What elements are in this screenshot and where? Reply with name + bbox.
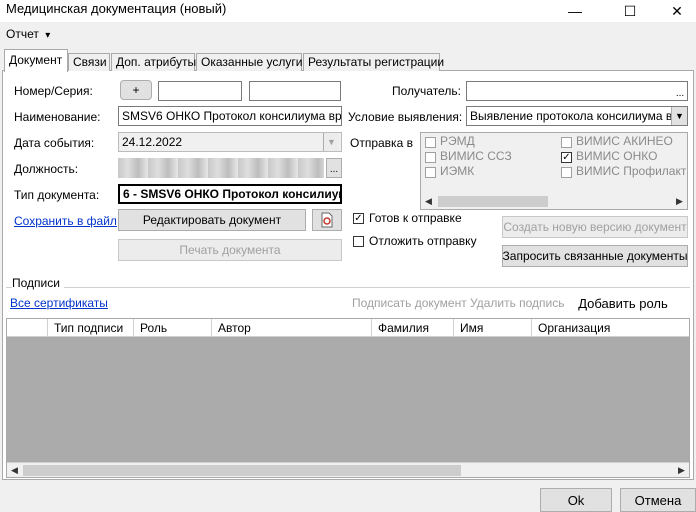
send-target-label: ВИМИС ССЗ (440, 149, 512, 163)
column-header-role[interactable]: Роль (133, 319, 211, 337)
remove-signature-button[interactable]: Удалить подпись (470, 296, 565, 310)
send-target-checkbox-vimis-ssz[interactable] (425, 152, 436, 163)
position-field-redacted[interactable] (118, 158, 324, 178)
event-date-input[interactable]: 24.12.2022 (118, 132, 342, 152)
postpone-send-label: Отложить отправку (369, 234, 477, 248)
ready-to-send-label: Готов к отправке (369, 211, 462, 225)
chevron-down-icon[interactable]: ▼ (323, 133, 339, 151)
send-target-checkbox-remd[interactable] (425, 137, 436, 148)
send-target-label: ИЭМК (440, 164, 475, 178)
tab-links[interactable]: Связи (68, 53, 110, 71)
save-to-file-link[interactable]: Сохранить в файл (14, 214, 117, 228)
column-header-organization[interactable]: Организация (531, 319, 689, 337)
menu-report-label: Отчет (6, 27, 39, 41)
name-input[interactable]: SMSV6 ОНКО Протокол консилиума врачей (118, 106, 342, 126)
cancel-button[interactable]: Отмена (620, 488, 696, 512)
minimize-button[interactable]: — (558, 0, 592, 22)
column-header-select[interactable] (7, 319, 47, 337)
signatures-group-border (6, 287, 690, 288)
close-button[interactable]: ✕ (660, 0, 694, 22)
chevron-right-icon[interactable]: ▶ (672, 194, 687, 209)
chevron-left-icon[interactable]: ◀ (421, 194, 436, 209)
signatures-grid-header: Тип подписи Роль Автор Фамилия Имя Орган… (7, 319, 689, 337)
recipient-input[interactable] (466, 81, 688, 101)
postpone-send-checkbox[interactable] (353, 236, 364, 247)
tab-document[interactable]: Документ (4, 49, 68, 72)
recipient-lookup-button[interactable]: ... (672, 81, 688, 101)
tab-registration-results[interactable]: Результаты регистрации (303, 53, 444, 71)
number-series-label: Номер/Серия: (14, 84, 93, 98)
menu-report[interactable]: Отчет ▾ (6, 27, 50, 41)
window-title: Медицинская документация (новый) (6, 1, 227, 16)
send-target-label: ВИМИС АКИНЕО (576, 134, 673, 148)
signatures-grid (6, 318, 690, 478)
send-target-label: ВИМИС ОНКО (576, 149, 658, 163)
scrollbar-thumb[interactable] (438, 196, 548, 207)
send-target-checkbox-vimis-akineo[interactable] (561, 137, 572, 148)
title-bar: Медицинская документация (новый) — ☐ ✕ (0, 0, 696, 22)
column-header-first-name[interactable]: Имя (453, 319, 531, 337)
condition-label: Условие выявления: (348, 110, 463, 124)
send-target-checkbox-vimis-onko[interactable]: ✓ (561, 152, 572, 163)
series-input[interactable] (249, 81, 341, 101)
chevron-right-icon[interactable]: ▶ (674, 463, 689, 478)
add-number-button[interactable]: + (120, 80, 152, 100)
menu-bar: Отчет ▾ (0, 22, 696, 46)
tab-services[interactable]: Оказанные услуги (196, 53, 302, 71)
signatures-grid-scrollbar[interactable]: ◀ ▶ (7, 462, 689, 477)
send-target-checkbox-vimis-prof[interactable] (561, 167, 572, 178)
position-lookup-button[interactable]: ... (326, 158, 342, 178)
ok-button[interactable]: Ok (540, 488, 612, 512)
number-input[interactable] (158, 81, 242, 101)
send-target-label: ВИМИС Профилактик (576, 164, 686, 178)
request-related-docs-button[interactable]: Запросить связанные документы (502, 245, 688, 267)
event-date-label: Дата события: (14, 136, 95, 150)
create-new-version-button[interactable]: Создать новую версию документ (502, 216, 688, 238)
maximize-button[interactable]: ☐ (613, 0, 647, 22)
signatures-group-title: Подписи (12, 276, 64, 290)
event-date-value: 24.12.2022 (122, 135, 183, 149)
ready-to-send-checkbox[interactable]: ✓ (353, 213, 364, 224)
doc-type-input[interactable]: 6 - SMSV6 ОНКО Протокол консилиума (118, 184, 342, 204)
pdf-file-icon (321, 212, 333, 228)
edit-document-button[interactable]: Редактировать документ (118, 209, 306, 231)
chevron-down-icon: ▾ (45, 30, 51, 41)
send-target-checkbox-iemk[interactable] (425, 167, 436, 178)
column-header-last-name[interactable]: Фамилия (371, 319, 453, 337)
tab-extra-attributes[interactable]: Доп. атрибуты (111, 53, 196, 71)
chevron-left-icon[interactable]: ◀ (7, 463, 22, 478)
doc-type-label: Тип документа: (14, 188, 100, 202)
name-label: Наименование: (14, 110, 101, 124)
add-role-button[interactable]: Добавить роль (568, 291, 678, 315)
chevron-down-icon[interactable]: ▼ (671, 107, 687, 125)
send-to-label: Отправка в (350, 136, 413, 150)
column-header-author[interactable]: Автор (211, 319, 371, 337)
all-certificates-link[interactable]: Все сертификаты (10, 296, 108, 310)
position-label: Должность: (14, 162, 79, 176)
send-target-label: РЭМД (440, 134, 475, 148)
recipient-label: Получатель: (392, 84, 461, 98)
column-header-sign-type[interactable]: Тип подписи (47, 319, 133, 337)
sign-document-button[interactable]: Подписать документ (352, 296, 467, 310)
scrollbar-thumb[interactable] (23, 465, 461, 476)
send-list-scrollbar[interactable]: ◀ ▶ (421, 194, 687, 209)
print-document-button[interactable]: Печать документа (118, 239, 342, 261)
condition-select[interactable]: Выявление протокола консилиума врачей (466, 106, 688, 126)
pdf-export-button[interactable] (312, 209, 342, 231)
